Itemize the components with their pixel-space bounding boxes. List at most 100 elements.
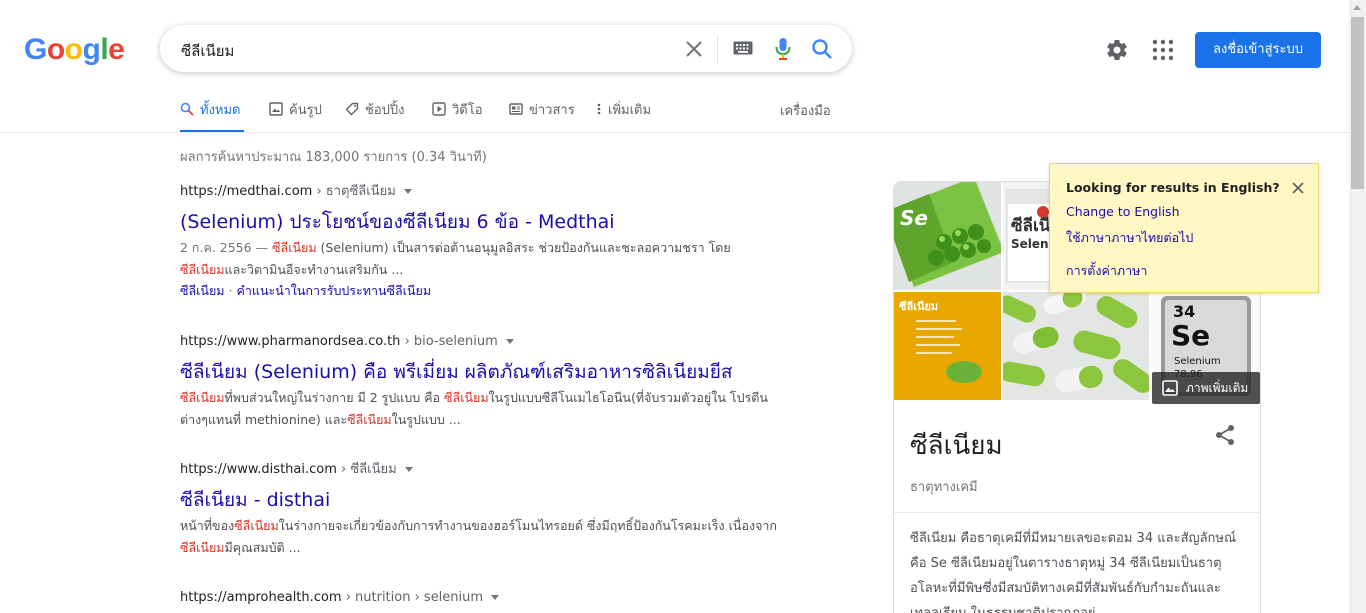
snippet-text: ในรูปแบบ ... <box>391 412 461 427</box>
result-title[interactable]: (Selenium) ประโยชน์ของซีลีเนียม 6 ข้อ - … <box>180 209 780 235</box>
tab-videos[interactable]: วิดีโอ <box>432 99 483 133</box>
url-breadcrumb: › bio-selenium <box>404 334 498 349</box>
google-logo[interactable]: Google <box>24 33 125 67</box>
change-to-english-link[interactable]: Change to English <box>1066 204 1180 219</box>
capsule-image <box>894 182 1001 290</box>
image-thumbnail[interactable]: Se <box>894 182 1001 290</box>
page-scrollbar[interactable] <box>1349 0 1366 613</box>
video-icon <box>432 102 446 116</box>
tab-news[interactable]: ข่าวสาร <box>509 99 575 133</box>
search-result: https://medthai.com › ธาตุซีลีเนียม (Sel… <box>180 183 780 301</box>
tag-icon <box>345 102 359 116</box>
result-url[interactable]: https://www.disthai.com › ซีลีเนียม <box>180 461 780 479</box>
search-result: https://www.disthai.com › ซีลีเนียม ซีลี… <box>180 461 780 559</box>
tab-label: เพิ่มเติม <box>608 103 652 118</box>
highlight: ซีลีเนียม <box>444 390 489 405</box>
result-title[interactable]: ซีลีเนียม - disthai <box>180 487 780 513</box>
scrollbar-thumb[interactable] <box>1351 17 1364 189</box>
popup-title: Looking for results in English? <box>1066 180 1280 195</box>
image-caption: Se <box>900 206 928 230</box>
url-breadcrumb: › ซีลีเนียม <box>341 462 397 477</box>
search-box[interactable]: ซีลีเนียม <box>160 25 852 72</box>
tab-label: ช้อปปิ้ง <box>365 103 405 118</box>
result-snippet: หน้าที่ของซีลีเนียมในร่างกายจะเกี่ยวข้อง… <box>180 515 780 559</box>
logo-letter: G <box>24 33 47 66</box>
logo-letter: l <box>100 33 109 66</box>
more-images-button[interactable]: ภาพเพิ่มเติม <box>1152 372 1260 404</box>
language-suggestion-popup: Looking for results in English? Change t… <box>1049 163 1319 293</box>
chevron-down-icon[interactable] <box>505 339 514 344</box>
close-icon[interactable] <box>1290 180 1306 196</box>
result-date: 2 ก.ค. 2556 — <box>180 240 269 255</box>
snippet-text: หน้าที่ของ <box>180 518 235 533</box>
microphone-icon[interactable] <box>774 37 792 61</box>
image-icon <box>269 102 283 116</box>
logo-letter: o <box>46 33 65 66</box>
search-result: https://www.pharmanordsea.co.th › bio-se… <box>180 333 780 431</box>
image-caption: ซีลีเนียม <box>899 300 939 313</box>
tab-all[interactable]: ทั้งหมด <box>180 99 244 133</box>
url-text: https://www.disthai.com <box>180 462 337 477</box>
highlight: ซีลีเนียม <box>180 262 225 277</box>
keep-thai-link[interactable]: ใช้ภาษาภาษาไทยต่อไป <box>1066 228 1193 248</box>
highlight: ซีลีเนียม <box>180 390 225 405</box>
url-breadcrumb: › ธาตุซีลีเนียม <box>316 184 396 199</box>
highlight: ซีลีเนียม <box>180 540 225 555</box>
more-images-label: ภาพเพิ่มเติม <box>1186 381 1249 395</box>
knowledge-panel-description: ซีลีเนียม คือธาตุเคมีที่มีหมายเลขอะตอม 3… <box>910 531 1237 613</box>
logo-letter: o <box>64 33 83 66</box>
signin-button[interactable]: ลงชื่อเข้าสู่ระบบ <box>1195 32 1321 68</box>
capsules-pile-image <box>1003 292 1149 400</box>
knowledge-panel-subtitle: ธาตุทางเคมี <box>910 480 978 495</box>
tab-label: ข่าวสาร <box>529 103 575 118</box>
chevron-down-icon[interactable] <box>491 595 500 600</box>
scroll-up-arrow-icon[interactable] <box>1353 5 1361 10</box>
gear-icon[interactable] <box>1105 38 1129 62</box>
tab-label: ค้นรูป <box>289 103 322 118</box>
search-input[interactable]: ซีลีเนียม <box>181 39 234 63</box>
tab-shopping[interactable]: ช้อปปิ้ง <box>345 99 404 133</box>
result-url[interactable]: https://medthai.com › ธาตุซีลีเนียม <box>180 183 780 201</box>
result-url[interactable]: https://amprohealth.com › nutrition › se… <box>180 589 780 607</box>
result-snippet: ซีลีเนียมที่พบส่วนใหญ่ในร่างกาย มี 2 รูป… <box>180 387 780 431</box>
result-title[interactable]: ซีลีเนียม (Selenium) คือ พรีเมี่ยม ผลิตภ… <box>180 359 780 385</box>
tab-more[interactable]: เพิ่มเติม <box>596 99 651 133</box>
tabs-divider <box>0 132 1349 133</box>
logo-letter: e <box>108 33 125 66</box>
share-icon[interactable] <box>1214 424 1236 446</box>
snippet-text: ที่พบส่วนใหญ่ในร่างกาย มี 2 รูปแบบ คือ <box>224 390 445 405</box>
search-icon[interactable] <box>811 38 833 60</box>
result-url[interactable]: https://www.pharmanordsea.co.th › bio-se… <box>180 333 780 351</box>
image-thumbnail[interactable] <box>1003 292 1149 400</box>
sitelinks: ซีลีเนียม · คำแนะนำในการรับประทานซีลีเนียม <box>180 281 780 301</box>
url-breadcrumb: › nutrition › selenium <box>345 590 484 605</box>
logo-letter: g <box>82 33 101 66</box>
image-thumbnail[interactable]: ซีลีเนียม <box>894 292 1001 400</box>
snippet-text: และวิตามินอีจะทำงานเสริมกัน ... <box>224 262 404 277</box>
snippet-text: ในร่างกายจะเกี่ยวข้องกับการทำงานของฮอร์โ… <box>278 518 777 533</box>
chevron-down-icon[interactable] <box>403 189 412 194</box>
chevron-down-icon[interactable] <box>404 467 413 472</box>
clear-icon[interactable] <box>684 39 704 59</box>
sitelink-separator: · <box>228 283 233 298</box>
highlight: ซีลีเนียม <box>234 518 279 533</box>
tools-button[interactable]: เครื่องมือ <box>780 100 831 121</box>
tab-label: วิดีโอ <box>452 103 483 118</box>
knowledge-panel-title: ซีลีเนียม <box>910 431 1003 461</box>
result-stats: ผลการค้นหาประมาณ 183,000 รายการ (0.34 วิ… <box>180 150 487 165</box>
snippet-text: มีคุณสมบัติ ... <box>224 540 301 555</box>
image-caption: Seleni <box>1011 237 1053 251</box>
keyboard-icon[interactable] <box>733 41 753 55</box>
snippet-text: (Selenium) เป็นสารต่อต้านอนุมูลอิสระ ช่ว… <box>316 240 731 255</box>
element-symbol: Se <box>1171 319 1211 352</box>
language-settings-link[interactable]: การตั้งค่าภาษา <box>1066 261 1147 281</box>
search-icon <box>180 102 194 116</box>
sitelink[interactable]: คำแนะนำในการรับประทานซีลีเนียม <box>237 283 432 298</box>
panel-divider <box>894 512 1260 513</box>
apps-grid-icon[interactable] <box>1152 39 1174 61</box>
sitelink[interactable]: ซีลีเนียม <box>180 283 225 298</box>
tab-label: ทั้งหมด <box>200 103 241 118</box>
more-vert-icon <box>597 103 601 115</box>
image-icon <box>1162 380 1178 396</box>
tab-images[interactable]: ค้นรูป <box>269 99 322 133</box>
